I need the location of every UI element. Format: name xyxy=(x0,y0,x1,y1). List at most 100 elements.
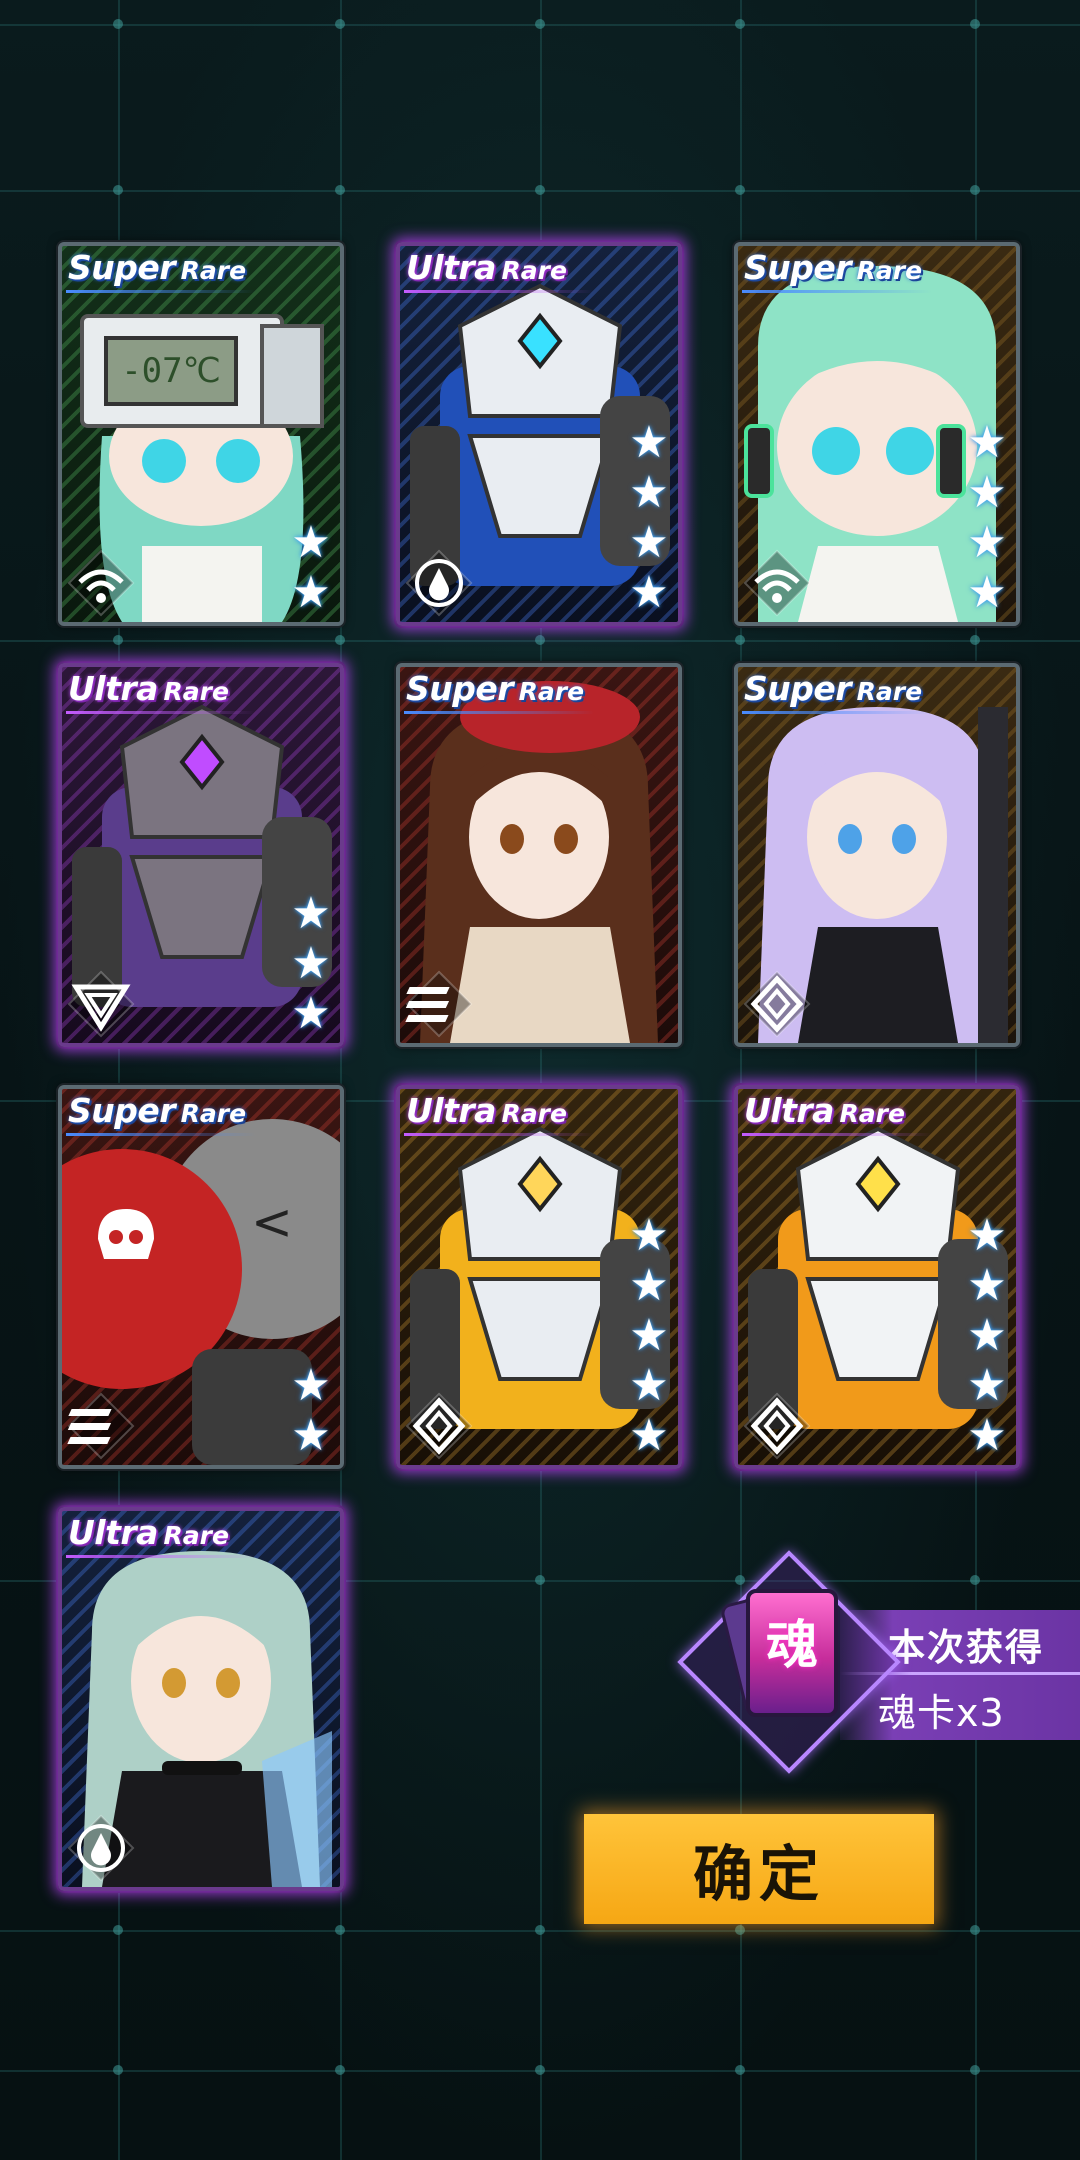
rarity-suffix: Rare xyxy=(856,677,923,706)
rarity-label: Ultra Rare xyxy=(406,248,567,287)
grid-node xyxy=(113,1925,123,1935)
chevron-stripes-class-icon xyxy=(404,969,474,1039)
diamond-class-icon xyxy=(404,1391,474,1461)
character-card[interactable]: Ultra Rare ★ ★ ★ ★ ★ xyxy=(396,1085,682,1469)
rarity-suffix: Rare xyxy=(180,1099,247,1128)
character-card[interactable]: -07℃ Super Rare ★ ★ xyxy=(58,242,344,626)
grid-node xyxy=(735,635,745,645)
drop-circle-class-icon xyxy=(404,548,474,618)
rarity-tier: Ultra xyxy=(744,1091,834,1130)
diamond-class-icon xyxy=(742,1391,812,1461)
rarity-tier: Super xyxy=(744,248,852,287)
rarity-underline xyxy=(66,290,256,293)
soul-card-glyph: 魂 xyxy=(765,1616,818,1676)
grid-node xyxy=(535,2065,545,2075)
star-rating: ★ ★ ★ xyxy=(288,891,334,1037)
chevron-stripes-class-icon xyxy=(66,1391,136,1461)
confirm-label: 确定 xyxy=(693,1839,825,1910)
rarity-label: Super Rare xyxy=(68,248,246,287)
rarity-underline xyxy=(404,1133,594,1136)
rarity-tier: Super xyxy=(406,669,514,708)
rarity-tier: Ultra xyxy=(406,248,496,287)
grid-node xyxy=(970,185,980,195)
star-icon: ★ xyxy=(967,517,1007,568)
character-card[interactable]: Ultra Rare xyxy=(58,1507,344,1891)
svg-text:-07℃: -07℃ xyxy=(121,351,221,391)
star-icon: ★ xyxy=(967,1210,1007,1261)
star-rating: ★ ★ ★ ★ ★ xyxy=(964,1213,1010,1459)
wifi-class-icon xyxy=(742,548,812,618)
star-icon: ★ xyxy=(629,1210,669,1261)
rarity-tier: Ultra xyxy=(68,1513,158,1552)
star-icon: ★ xyxy=(291,567,331,618)
character-card[interactable]: < Super Rare ★ ★ xyxy=(58,1085,344,1469)
character-card[interactable]: Ultra Rare ★ ★ ★ xyxy=(58,663,344,1047)
rarity-label: Super Rare xyxy=(744,669,922,708)
grid-node xyxy=(735,185,745,195)
grid-node xyxy=(335,1925,345,1935)
rarity-underline xyxy=(742,711,932,714)
grid-node xyxy=(113,19,123,29)
grid-node xyxy=(113,185,123,195)
star-icon: ★ xyxy=(967,467,1007,518)
star-icon: ★ xyxy=(291,1360,331,1411)
star-icon: ★ xyxy=(967,1260,1007,1311)
reward-title: 本次获得 xyxy=(888,1626,1044,1669)
drop-circle-class-icon xyxy=(66,1813,136,1883)
wifi-class-icon xyxy=(66,548,136,618)
star-icon: ★ xyxy=(629,567,669,618)
rarity-suffix: Rare xyxy=(163,677,229,706)
grid-node xyxy=(735,2065,745,2075)
diamond-class-icon xyxy=(742,969,812,1039)
star-icon: ★ xyxy=(629,1410,669,1461)
triangle-class-icon xyxy=(66,969,136,1039)
grid-node xyxy=(535,185,545,195)
character-card[interactable]: Ultra Rare ★ ★ ★ ★ ★ xyxy=(734,1085,1020,1469)
star-icon: ★ xyxy=(967,1310,1007,1361)
rarity-tier: Ultra xyxy=(406,1091,496,1130)
grid-node xyxy=(535,1575,545,1585)
rarity-label: Ultra Rare xyxy=(68,1513,229,1552)
grid-node xyxy=(335,2065,345,2075)
star-icon: ★ xyxy=(629,467,669,518)
character-card[interactable]: Super Rare ★ ★ ★ ★ xyxy=(734,242,1020,626)
rarity-underline xyxy=(66,711,256,714)
gacha-result-screen: -07℃ Super Rare ★ ★ Ultra Rare ★ ★ ★ ★ Super Rare… xyxy=(0,0,1080,2160)
rarity-suffix: Rare xyxy=(518,677,585,706)
star-icon: ★ xyxy=(629,1360,669,1411)
rarity-suffix: Rare xyxy=(180,256,247,285)
star-icon: ★ xyxy=(967,567,1007,618)
star-icon: ★ xyxy=(629,1260,669,1311)
star-rating: ★ ★ xyxy=(288,520,334,616)
rarity-underline xyxy=(404,290,594,293)
grid-node xyxy=(113,2065,123,2075)
rarity-suffix: Rare xyxy=(501,256,567,285)
character-card[interactable]: Super Rare xyxy=(396,663,682,1047)
character-card[interactable]: Ultra Rare ★ ★ ★ ★ xyxy=(396,242,682,626)
rarity-suffix: Rare xyxy=(856,256,923,285)
rarity-underline xyxy=(66,1133,256,1136)
rarity-label: Ultra Rare xyxy=(744,1091,905,1130)
rarity-suffix: Rare xyxy=(501,1099,567,1128)
star-icon: ★ xyxy=(291,517,331,568)
grid-node xyxy=(970,1925,980,1935)
grid-node xyxy=(970,2065,980,2075)
grid-node xyxy=(535,19,545,29)
rarity-suffix: Rare xyxy=(839,1099,905,1128)
svg-text:<: < xyxy=(251,1193,293,1251)
grid-node xyxy=(335,185,345,195)
rarity-underline xyxy=(404,711,594,714)
star-icon: ★ xyxy=(291,938,331,989)
confirm-button[interactable]: 确定 xyxy=(584,1814,934,1924)
grid-node xyxy=(113,635,123,645)
star-icon: ★ xyxy=(291,1410,331,1461)
grid-node xyxy=(535,635,545,645)
grid-node xyxy=(335,635,345,645)
character-card[interactable]: Super Rare xyxy=(734,663,1020,1047)
rarity-suffix: Rare xyxy=(163,1521,229,1550)
star-icon: ★ xyxy=(291,888,331,939)
rarity-underline xyxy=(66,1555,256,1558)
grid-node xyxy=(735,1925,745,1935)
grid-node xyxy=(970,19,980,29)
star-icon: ★ xyxy=(967,1360,1007,1411)
